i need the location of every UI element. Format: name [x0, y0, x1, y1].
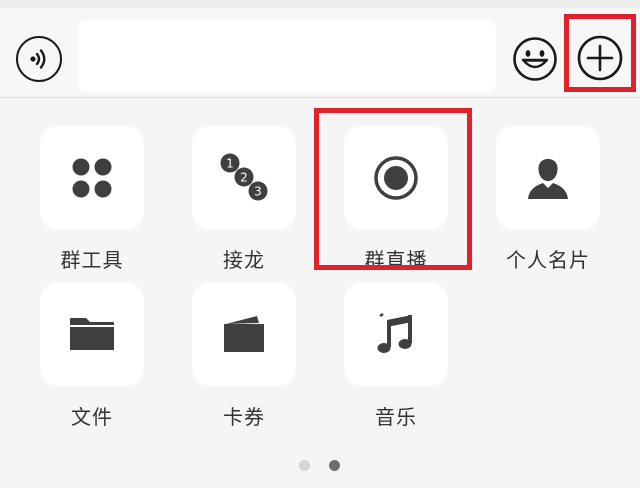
business-card-label: 个人名片: [506, 248, 590, 272]
coupon-label: 卡券: [223, 405, 265, 429]
file-tile[interactable]: [40, 282, 144, 386]
coupon-tile[interactable]: [192, 282, 296, 386]
music-label: 音乐: [375, 405, 417, 429]
music-note-icon: [377, 312, 412, 353]
chain-number-2: 2: [240, 171, 248, 185]
voice-button[interactable]: [16, 36, 62, 82]
wallet-card-icon: [224, 316, 264, 352]
person-icon: [528, 159, 568, 199]
business-card-tile[interactable]: [496, 126, 600, 230]
chat-input-bar: [0, 8, 640, 98]
voice-wave-icon: [30, 49, 46, 69]
group-live-label: 群直播: [364, 248, 428, 272]
chain-number-1: 1: [226, 157, 234, 171]
more-functions-button[interactable]: [576, 34, 624, 82]
page-indicator-dot-2-active[interactable]: [329, 460, 340, 471]
four-dots-grid-icon: [72, 158, 112, 198]
top-divider: [0, 0, 640, 8]
group-live-tile[interactable]: [344, 126, 448, 230]
group-tools-label: 群工具: [60, 248, 124, 272]
group-tools-tile[interactable]: [40, 126, 144, 230]
music-tile[interactable]: [344, 282, 448, 386]
smiley-face-icon: [513, 37, 557, 81]
plus-circle-icon: [577, 35, 623, 81]
emoji-button[interactable]: [512, 36, 558, 82]
folder-icon: [70, 318, 114, 350]
chain-number-3: 3: [254, 185, 262, 199]
chain-tile[interactable]: 1 2 3: [192, 126, 296, 230]
record-circle-icon: [374, 156, 418, 200]
file-label: 文件: [71, 405, 113, 429]
numbered-chain-icon: 1 2 3: [220, 153, 268, 201]
page-indicator-dot-1[interactable]: [299, 460, 310, 471]
chain-label: 接龙: [223, 248, 265, 272]
message-input[interactable]: [78, 20, 496, 92]
